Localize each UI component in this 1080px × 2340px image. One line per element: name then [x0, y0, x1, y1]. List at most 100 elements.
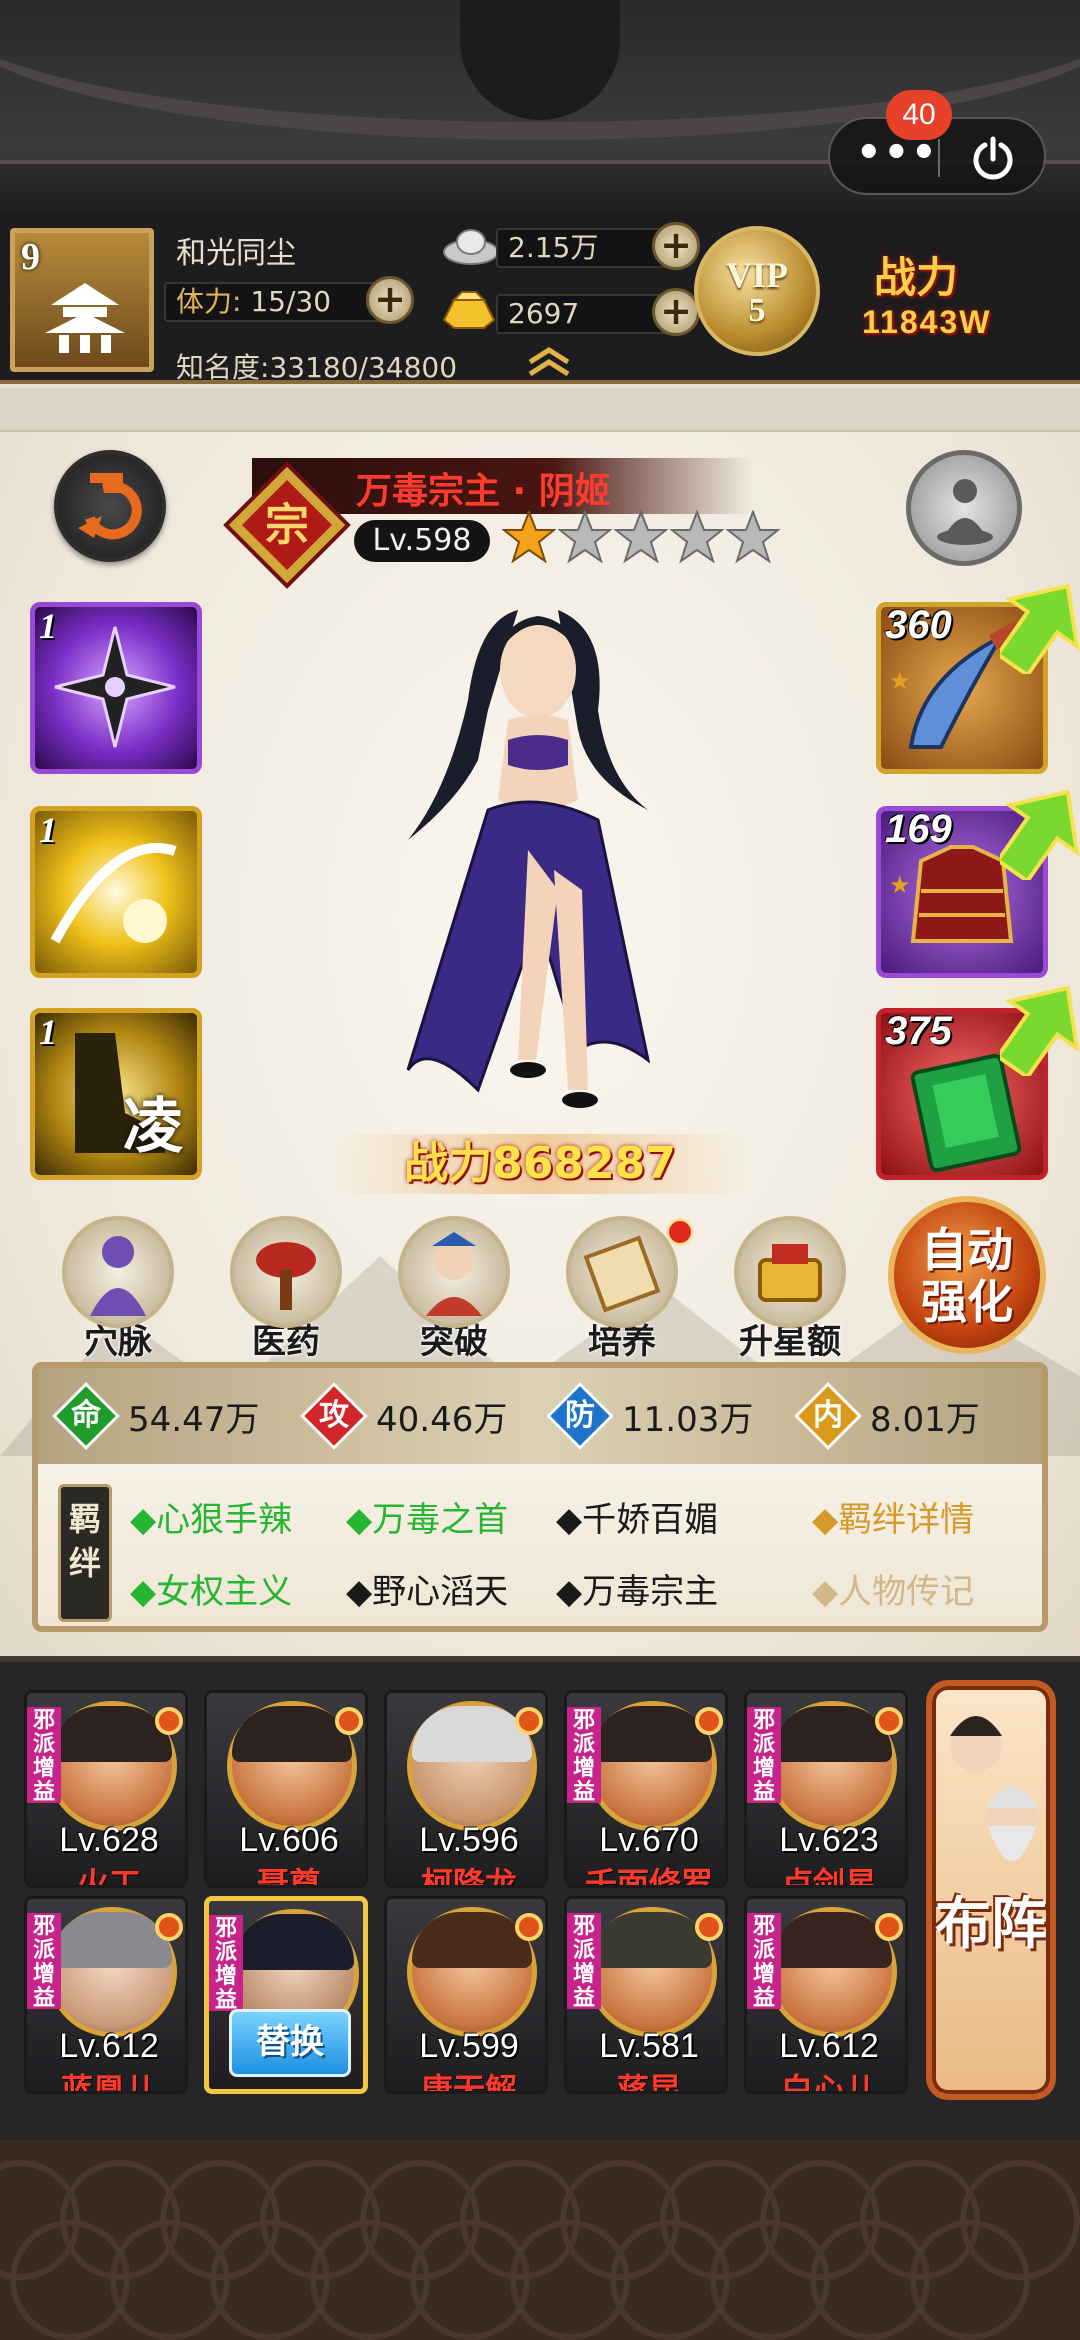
return-arrow-icon	[78, 473, 142, 540]
stat-value: 11.03万	[622, 1399, 754, 1440]
team-member-slot[interactable]: Lv.606 聂尊	[204, 1690, 368, 1888]
member-level: Lv.606	[239, 1821, 339, 1859]
skill-slot-2[interactable]: 1	[30, 806, 202, 978]
skill-slot-1[interactable]: 1	[30, 602, 202, 774]
stat-glyph: 命	[71, 1398, 101, 1433]
stat-attack: 攻 40.46万	[300, 1382, 508, 1450]
meridian-icon	[90, 1236, 146, 1316]
star-empty-icon	[670, 510, 724, 564]
bond-item: ◆心狠手辣	[130, 1500, 293, 1540]
upgrade-arrow-icon	[1000, 583, 1080, 674]
stat-value: 40.46万	[376, 1399, 508, 1440]
team-member-slot[interactable]: 邪派增益 Lv.628 火工	[24, 1690, 188, 1888]
member-level: Lv.612	[779, 2027, 879, 2065]
member-level: Lv.596	[419, 1821, 519, 1859]
player-name: 和光同尘	[176, 236, 296, 271]
member-level: Lv.670	[599, 1821, 699, 1859]
stat-defense: 防 11.03万	[546, 1382, 754, 1450]
bond-item: ◆万毒宗主	[556, 1572, 719, 1612]
evil-faction-bonus-badge: 邪派增益	[567, 1913, 601, 2011]
team-member-slot-selected[interactable]: 邪派增益 替换	[204, 1896, 368, 2094]
team-member-slot[interactable]: Lv.596 柯降龙	[384, 1690, 548, 1888]
cultivate-button[interactable]: 培养	[562, 1216, 694, 1363]
chevron-up-icon[interactable]	[524, 346, 574, 376]
bond-tag: 羁绊	[58, 1484, 112, 1622]
swap-button[interactable]: 替换	[229, 2009, 351, 2077]
power-off-icon[interactable]	[968, 133, 1018, 183]
evil-faction-bonus-badge: 邪派增益	[27, 1913, 61, 2011]
bond-item: ◆千娇百媚	[556, 1500, 719, 1540]
member-name: 蒋昆	[616, 2071, 681, 2094]
fame-value: 33180/34800	[269, 351, 458, 384]
stamina-label: 体力:	[176, 285, 242, 318]
formation-label: 布阵	[935, 1892, 1047, 1957]
auto-enhance-button[interactable]: 自动 强化	[888, 1196, 1046, 1354]
add-stamina-button[interactable]: +	[366, 276, 414, 324]
status-dot	[875, 1707, 903, 1735]
biography-link[interactable]: ◆人物传记	[812, 1564, 974, 1613]
hero-profile-button[interactable]	[906, 450, 1022, 566]
team-member-slot[interactable]: 邪派增益 Lv.612 蓝凰儿	[24, 1896, 188, 2094]
member-name: 聂尊	[256, 1865, 321, 1888]
status-dot	[515, 1707, 543, 1735]
fame-display: 知名度:33180/34800	[176, 346, 457, 386]
stamina-value: 15/30	[250, 285, 332, 318]
member-name: 柯降龙	[420, 1865, 517, 1888]
stat-glyph: 攻	[319, 1398, 349, 1433]
rank-glyph: 宗	[265, 500, 309, 551]
star-icon: ★	[889, 871, 911, 899]
hero-star-rating	[502, 510, 780, 566]
formation-heroes-art	[950, 1716, 1038, 1861]
status-dot	[335, 1707, 363, 1735]
player-level: 9	[21, 236, 40, 278]
star-empty-icon	[726, 510, 780, 564]
meridian-button[interactable]: 穴脉	[58, 1216, 178, 1363]
back-button[interactable]	[54, 450, 166, 562]
status-dot	[515, 1913, 543, 1941]
member-level: Lv.599	[419, 2027, 519, 2065]
fame-label: 知名度:	[176, 351, 270, 384]
total-power-value: 11843W	[862, 304, 992, 340]
star-empty-icon	[558, 510, 612, 564]
stat-value: 54.47万	[128, 1399, 260, 1440]
add-silver-button[interactable]: +	[652, 222, 700, 270]
capsule-divider	[938, 139, 940, 177]
team-member-slot[interactable]: 邪派增益 Lv.623 卢剑星	[744, 1690, 908, 1888]
evil-faction-bonus-badge: 邪派增益	[567, 1707, 601, 1805]
rank-badge-icon: 宗	[223, 461, 351, 589]
team-member-slot[interactable]: Lv.599 唐无解	[384, 1896, 548, 2094]
stat-glyph: 内	[813, 1398, 843, 1433]
gold-value: 2697	[508, 297, 580, 330]
player-avatar[interactable]: 9	[10, 228, 154, 372]
status-dot	[155, 1707, 183, 1735]
vip-badge[interactable]: VIP 5	[694, 226, 820, 356]
auto-enhance-line2: 强化	[921, 1275, 1013, 1329]
team-member-slot[interactable]: 邪派增益 Lv.670 千面修罗	[564, 1690, 728, 1888]
status-dot	[155, 1913, 183, 1941]
meditating-figure-icon	[937, 479, 993, 545]
pagoda-icon	[45, 283, 125, 353]
member-level: Lv.628	[59, 1821, 159, 1859]
hero-power: 战力868287	[330, 1134, 750, 1194]
medicine-button[interactable]: 医药	[226, 1216, 346, 1363]
bond-details-link[interactable]: ◆羁绊详情	[812, 1492, 974, 1541]
team-member-slot[interactable]: 邪派增益 Lv.581 蒋昆	[564, 1896, 728, 2094]
team-member-slot[interactable]: 邪派增益 Lv.612 白心儿	[744, 1896, 908, 2094]
member-name: 唐无解	[420, 2071, 517, 2094]
status-dot	[695, 1913, 723, 1941]
skill-slot-3[interactable]: 1 凌	[30, 1008, 202, 1180]
status-dot	[695, 1707, 723, 1735]
member-level: Lv.581	[599, 2027, 699, 2065]
star-empty-icon	[614, 510, 668, 564]
breakthrough-icon	[426, 1232, 482, 1316]
add-gold-button[interactable]: +	[652, 288, 700, 336]
breakthrough-button[interactable]: 突破	[394, 1216, 514, 1363]
total-power-label: 战力	[874, 253, 959, 302]
formation-button[interactable]: 布阵	[926, 1680, 1056, 2100]
scroll-icon	[583, 1235, 661, 1313]
gold-box: 2697	[496, 294, 676, 334]
evil-faction-bonus-badge: 邪派增益	[747, 1913, 781, 2011]
stat-hp: 命 54.47万	[52, 1382, 260, 1450]
equipment-level: 360	[885, 603, 952, 647]
upgrade-arrow-icon	[1000, 985, 1080, 1076]
